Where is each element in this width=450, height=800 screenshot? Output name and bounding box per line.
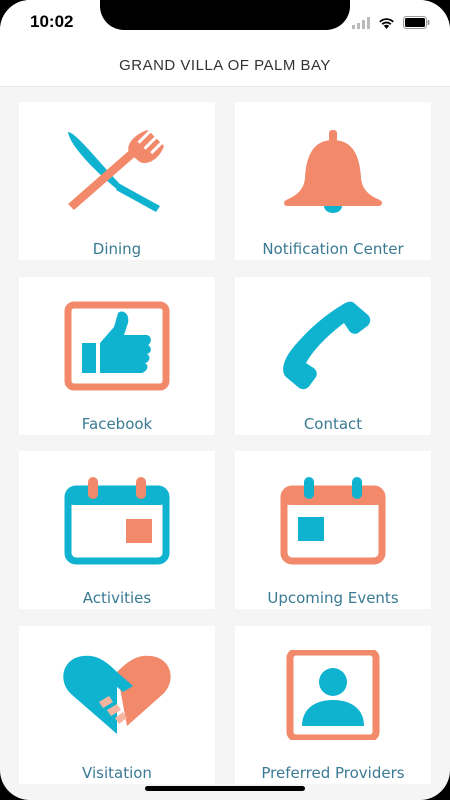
tile-label: Upcoming Events <box>267 589 399 607</box>
tile-label: Preferred Providers <box>261 764 405 782</box>
tile-label: Facebook <box>81 415 153 433</box>
menu-grid: Dining Notification Center Facebook Cont… <box>0 86 450 800</box>
phone-screen: 10:02 GRAND VILLA OF PALM BAY Dining Not… <box>0 0 450 800</box>
tile-dining[interactable]: Dining <box>19 102 215 260</box>
person-icon <box>286 650 380 740</box>
tile-label: Notification Center <box>262 240 404 258</box>
signal-icon <box>352 14 370 33</box>
tile-contact[interactable]: Contact <box>235 277 431 435</box>
page-title: GRAND VILLA OF PALM BAY <box>119 56 331 74</box>
status-time: 10:02 <box>30 12 74 31</box>
tile-activities[interactable]: Activities <box>19 451 215 609</box>
calendar-icon <box>280 477 386 565</box>
phone-icon <box>283 301 371 390</box>
battery-icon <box>403 14 430 33</box>
status-icons <box>352 14 430 33</box>
tile-preferred-providers[interactable]: Preferred Providers <box>235 626 431 784</box>
status-bar: 10:02 <box>0 0 450 44</box>
notch <box>100 0 350 30</box>
tile-upcoming-events[interactable]: Upcoming Events <box>235 451 431 609</box>
fork-knife-icon <box>68 127 166 212</box>
tile-label: Activities <box>82 589 152 607</box>
tile-label: Dining <box>92 240 142 258</box>
tile-label: Visitation <box>82 764 152 782</box>
thumbs-up-icon <box>64 301 170 391</box>
tile-label: Contact <box>303 415 363 433</box>
app-header: GRAND VILLA OF PALM BAY <box>0 44 450 87</box>
tile-notification-center[interactable]: Notification Center <box>235 102 431 260</box>
calendar-icon <box>64 477 170 565</box>
wifi-icon <box>378 14 395 33</box>
tile-visitation[interactable]: Visitation <box>19 626 215 784</box>
bell-icon <box>284 130 382 213</box>
tile-facebook[interactable]: Facebook <box>19 277 215 435</box>
home-indicator[interactable] <box>145 786 305 791</box>
handshake-heart-icon <box>63 655 171 734</box>
